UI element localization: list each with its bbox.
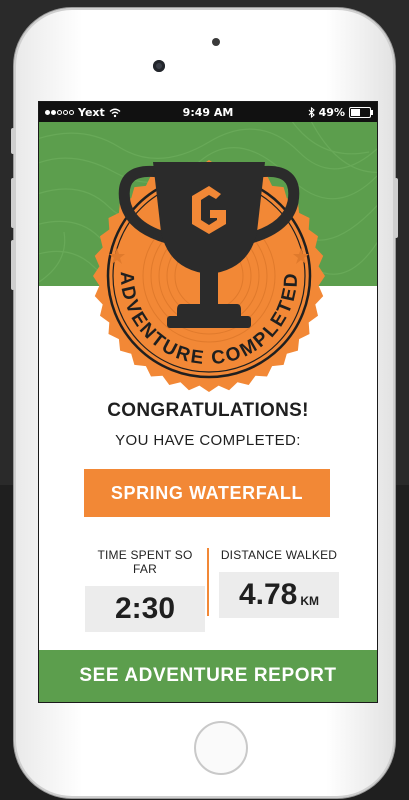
see-report-button[interactable]: SEE ADVENTURE REPORT — [39, 650, 377, 702]
time-value: 2:30 — [114, 592, 176, 625]
camera-icon — [153, 60, 165, 72]
distance-label: DISTANCE WALKED — [220, 548, 338, 562]
distance-unit: KM — [300, 594, 320, 608]
stats-divider — [207, 548, 209, 616]
speaker-icon — [212, 38, 220, 46]
battery-icon — [349, 107, 373, 118]
time-value-box: 2:30 — [85, 586, 205, 632]
volume-down-button — [11, 240, 15, 290]
completed-subheading: YOU HAVE COMPLETED: — [115, 432, 301, 449]
home-button[interactable] — [194, 721, 248, 775]
volume-up-button — [11, 178, 15, 228]
bluetooth-icon — [308, 107, 315, 118]
congrats-heading: CONGRATULATIONS! — [107, 400, 309, 421]
distance-stat: DISTANCE WALKED 4.78 KM — [219, 548, 339, 618]
adventure-badge: ADVENTURE COMPLETED — [89, 156, 329, 396]
time-stat: TIME SPENT SO FAR 2:30 — [85, 548, 205, 632]
status-right: 49% — [308, 106, 373, 119]
distance-value-box: 4.78 KM — [219, 572, 339, 618]
distance-value: 4.78 — [238, 578, 298, 611]
status-bar: Yext 9:49 AM 49% — [39, 102, 377, 122]
adventure-name-button[interactable]: SPRING WATERFALL — [84, 469, 330, 517]
time-label: TIME SPENT SO FAR — [97, 548, 193, 576]
power-button — [394, 178, 398, 238]
app-screen: Yext 9:49 AM 49% ADVENTURE COMPLETED CON… — [38, 101, 378, 703]
trophy-icon — [118, 162, 300, 328]
battery-percent: 49% — [318, 106, 345, 119]
mute-switch — [11, 128, 15, 154]
